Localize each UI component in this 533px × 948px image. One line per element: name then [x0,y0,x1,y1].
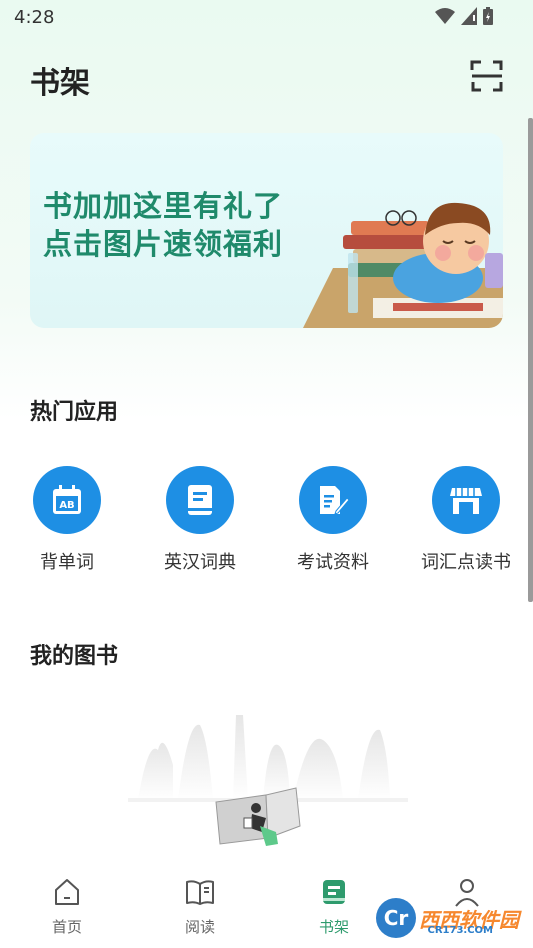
tab-label: 阅读 [184,918,215,936]
app-label: 考试资料 [297,552,369,573]
app-dictionary[interactable]: 英汉词典 [140,466,260,574]
store-icon [450,488,482,514]
document-pen-icon [320,486,350,515]
wifi-icon [435,8,455,24]
status-bar: 4:28 [0,0,533,36]
app-label: 英汉词典 [164,552,236,573]
tab-reading[interactable]: 阅读 [160,876,240,937]
header: 书架 [0,50,533,106]
app-vocab-reader[interactable]: 词汇点读书 [406,466,526,574]
watermark-subtext: CR173.COM [427,925,493,936]
scrollbar[interactable] [528,118,533,602]
app-icon-circle: AB [33,466,101,534]
app-exam-materials[interactable]: 考试资料 [273,466,393,574]
ab-calendar-icon: AB [53,485,81,514]
tab-label: 书架 [318,918,349,936]
status-icons [435,7,493,25]
app-vocabulary[interactable]: AB 背单词 [7,466,127,574]
bookshelf-icon [323,880,345,904]
scan-icon [470,60,503,92]
watermark-logo: Cr 西西软件园 CR173.COM [373,894,519,942]
app-icon-circle [432,466,500,534]
home-icon [55,879,79,905]
svg-text:Cr: Cr [384,906,409,930]
hot-apps-title: 热门应用 [30,400,119,425]
my-books-title: 我的图书 [30,644,119,669]
app-icon-circle [166,466,234,534]
cr-logo-icon: Cr [376,898,416,938]
empty-bookshelf-illustration [128,715,408,846]
signal-icon [461,7,477,25]
hot-apps-grid: AB 背单词 英汉词典 考试资料 词汇点读书 [0,466,533,586]
app-label: 词汇点读书 [421,552,511,573]
tab-bookshelf[interactable]: 书架 [294,876,374,937]
student-illustration [303,202,503,328]
app-label: 背单词 [40,552,94,573]
book-icon [188,485,212,515]
battery-icon [483,7,493,25]
page-title: 书架 [30,66,90,101]
promo-banner[interactable]: 书加加这里有礼了 点击图片速领福利 [30,133,503,328]
status-time: 4:28 [14,7,55,28]
scan-button[interactable] [470,59,504,93]
svg-text:AB: AB [59,500,74,511]
open-book-icon [186,880,214,905]
tab-label: 首页 [51,918,82,936]
app-icon-circle [299,466,367,534]
tab-home[interactable]: 首页 [27,876,107,937]
